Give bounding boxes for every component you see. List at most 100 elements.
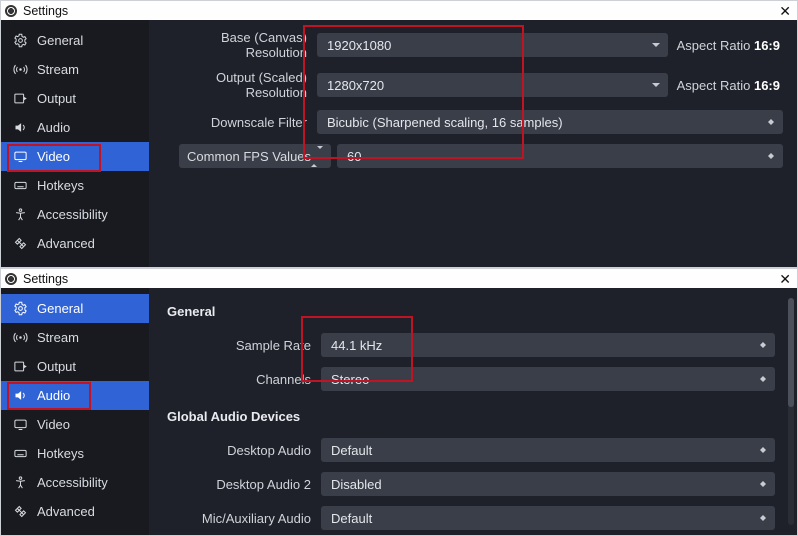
desktop-audio-dropdown[interactable]: Default: [321, 438, 775, 462]
stepper-icon: [765, 144, 777, 168]
sidebar-item-video[interactable]: Video: [1, 142, 149, 171]
nav-label: Accessibility: [37, 207, 108, 222]
nav-label: Output: [37, 91, 76, 106]
sidebar-item-stream[interactable]: Stream: [1, 323, 149, 352]
scrollbar-thumb[interactable]: [788, 298, 794, 407]
channels-dropdown[interactable]: Stereo: [321, 367, 775, 391]
output-resolution-label: Output (Scaled) Resolution: [163, 70, 311, 100]
base-resolution-label: Base (Canvas) Resolution: [163, 30, 311, 60]
stepper-icon: [311, 149, 323, 164]
sidebar-item-advanced[interactable]: Advanced: [1, 229, 149, 258]
titlebar[interactable]: Settings ✕: [1, 1, 797, 20]
dropdown-value: Bicubic (Sharpened scaling, 16 samples): [327, 115, 563, 130]
sample-rate-dropdown[interactable]: 44.1 kHz: [321, 333, 775, 357]
stepper-icon: [757, 438, 769, 462]
sidebar-item-stream[interactable]: Stream: [1, 55, 149, 84]
sidebar-item-advanced[interactable]: Advanced: [1, 497, 149, 526]
stepper-icon: [757, 472, 769, 496]
obs-icon: [5, 273, 17, 285]
scrollbar[interactable]: [788, 298, 794, 525]
sidebar-item-general[interactable]: General: [1, 294, 149, 323]
nav-label: Audio: [37, 388, 70, 403]
nav-label: Stream: [37, 62, 79, 77]
chevron-down-icon: [650, 73, 662, 97]
dropdown-value: 60: [347, 149, 361, 164]
nav-label: Hotkeys: [37, 178, 84, 193]
nav-label: Stream: [37, 330, 79, 345]
gear-icon: [13, 301, 28, 316]
speaker-icon: [13, 120, 28, 135]
downscale-filter-dropdown[interactable]: Bicubic (Sharpened scaling, 16 samples): [317, 110, 783, 134]
sidebar-item-general[interactable]: General: [1, 26, 149, 55]
speaker-icon: [13, 388, 28, 403]
sidebar-item-audio[interactable]: Audio: [1, 113, 149, 142]
nav-label: Video: [37, 417, 70, 432]
mic-audio-dropdown[interactable]: Default: [321, 506, 775, 530]
sidebar-item-accessibility[interactable]: Accessibility: [1, 468, 149, 497]
dropdown-value: Disabled: [331, 477, 382, 492]
keyboard-icon: [13, 178, 28, 193]
nav-label: Advanced: [37, 504, 95, 519]
dropdown-value: 44.1 kHz: [331, 338, 382, 353]
accessibility-icon: [13, 207, 28, 222]
output-icon: [13, 359, 28, 374]
obs-icon: [5, 5, 17, 17]
window-title: Settings: [23, 4, 773, 18]
close-icon[interactable]: ✕: [779, 272, 791, 286]
dropdown-value: 1920x1080: [327, 38, 391, 53]
output-resolution-dropdown[interactable]: 1280x720: [317, 73, 668, 97]
sidebar-item-hotkeys[interactable]: Hotkeys: [1, 171, 149, 200]
settings-window-video: Settings ✕ General Stream Output Audio: [0, 0, 798, 268]
sidebar: General Stream Output Audio Video Hotkey…: [1, 288, 149, 535]
sample-rate-label: Sample Rate: [167, 338, 315, 353]
nav-label: Accessibility: [37, 475, 108, 490]
nav-label: Hotkeys: [37, 446, 84, 461]
sidebar-item-output[interactable]: Output: [1, 352, 149, 381]
output-icon: [13, 91, 28, 106]
desktop-audio2-label: Desktop Audio 2: [167, 477, 315, 492]
titlebar[interactable]: Settings ✕: [1, 269, 797, 288]
mic-audio-label: Mic/Auxiliary Audio: [167, 511, 315, 526]
dropdown-value: Default: [331, 511, 372, 526]
antenna-icon: [13, 62, 28, 77]
nav-label: Output: [37, 359, 76, 374]
stepper-icon: [765, 110, 777, 134]
tools-icon: [13, 236, 28, 251]
sidebar: General Stream Output Audio Video Hotkey…: [1, 20, 149, 267]
downscale-filter-label: Downscale Filter: [163, 115, 311, 130]
sidebar-item-output[interactable]: Output: [1, 84, 149, 113]
sidebar-item-hotkeys[interactable]: Hotkeys: [1, 439, 149, 468]
display-icon: [13, 149, 28, 164]
sidebar-item-video[interactable]: Video: [1, 410, 149, 439]
fps-value-dropdown[interactable]: 60: [337, 144, 783, 168]
nav-label: Audio: [37, 120, 70, 135]
antenna-icon: [13, 330, 28, 345]
nav-label: Video: [37, 149, 70, 164]
devices-section-header: Global Audio Devices: [167, 409, 775, 424]
output-aspect-label: Aspect Ratio 16:9: [674, 78, 783, 93]
fps-mode-selector[interactable]: Common FPS Values: [179, 144, 331, 168]
nav-label: Advanced: [37, 236, 95, 251]
base-resolution-dropdown[interactable]: 1920x1080: [317, 33, 668, 57]
dropdown-value: Stereo: [331, 372, 369, 387]
general-section-header: General: [167, 304, 775, 319]
video-settings-pane: Base (Canvas) Resolution 1920x1080 Aspec…: [149, 20, 797, 267]
audio-settings-pane: General Sample Rate 44.1 kHz Channels St…: [149, 288, 797, 535]
nav-label: General: [37, 301, 83, 316]
desktop-audio2-dropdown[interactable]: Disabled: [321, 472, 775, 496]
close-icon[interactable]: ✕: [779, 4, 791, 18]
keyboard-icon: [13, 446, 28, 461]
settings-window-audio: Settings ✕ General Stream Output Audio: [0, 268, 798, 536]
sidebar-item-accessibility[interactable]: Accessibility: [1, 200, 149, 229]
chevron-down-icon: [650, 33, 662, 57]
tools-icon: [13, 504, 28, 519]
nav-label: General: [37, 33, 83, 48]
window-title: Settings: [23, 272, 773, 286]
sidebar-item-audio[interactable]: Audio: [1, 381, 149, 410]
dropdown-value: Default: [331, 443, 372, 458]
desktop-audio-label: Desktop Audio: [167, 443, 315, 458]
fps-mode-label: Common FPS Values: [187, 149, 311, 164]
gear-icon: [13, 33, 28, 48]
display-icon: [13, 417, 28, 432]
stepper-icon: [757, 367, 769, 391]
